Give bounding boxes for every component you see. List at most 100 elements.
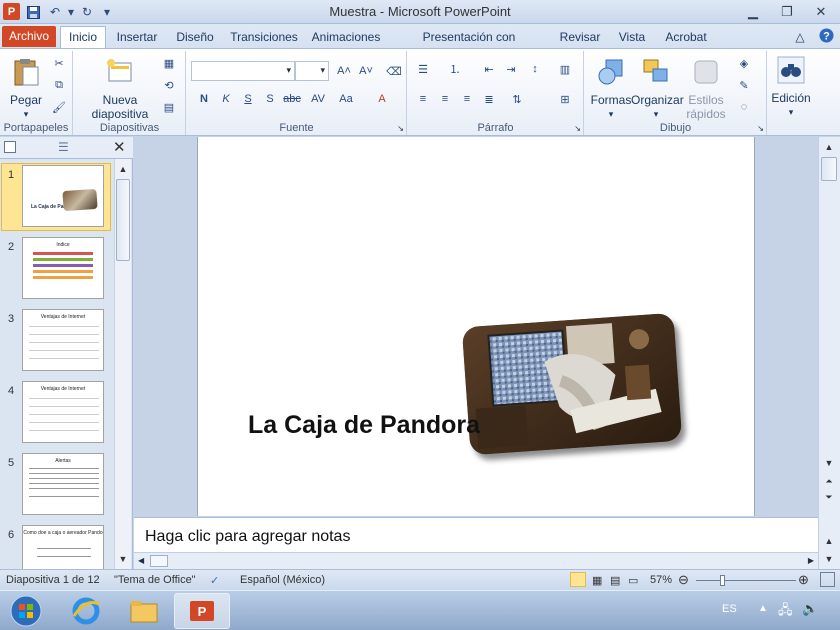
- tab-slides-icon[interactable]: [4, 141, 16, 153]
- tab-inicio[interactable]: Inicio: [60, 26, 106, 48]
- zoom-slider[interactable]: [696, 580, 796, 581]
- slide-thumbnail-6[interactable]: Como doe a caja o aereador Pando: [22, 525, 104, 569]
- tab-revisar[interactable]: Revisar: [556, 28, 604, 48]
- close-panel-icon[interactable]: ✕: [113, 138, 126, 156]
- notes-placeholder[interactable]: Haga clic para agregar notas: [145, 528, 350, 546]
- bullets-icon[interactable]: ☰: [414, 61, 432, 77]
- columns-icon[interactable]: ▥: [556, 61, 574, 77]
- theme-name[interactable]: "Tema de Office": [114, 574, 196, 586]
- restore-icon[interactable]: ❐: [774, 2, 800, 21]
- arrange-button[interactable]: Organizar ▾: [631, 57, 684, 121]
- scroll-up-icon[interactable]: ▲: [115, 161, 131, 177]
- underline-icon[interactable]: S: [239, 91, 257, 107]
- slide-sorter-icon[interactable]: ▦: [592, 574, 602, 587]
- network-icon[interactable]: 🖧: [778, 601, 793, 623]
- slide-thumbnail-1[interactable]: La Caja de Pandora: [22, 165, 104, 227]
- start-button[interactable]: [0, 593, 52, 629]
- notes-pane[interactable]: Haga clic para agregar notas: [134, 517, 818, 552]
- strikethrough-icon[interactable]: abc: [283, 91, 301, 107]
- reset-slide-icon[interactable]: ⟲: [160, 77, 178, 93]
- scroll-thumb[interactable]: [116, 179, 130, 261]
- zoom-slider-thumb[interactable]: [720, 575, 725, 586]
- slide-scrollbar[interactable]: ▲ ▼ ⏶ ⏷ ▲ ▼: [818, 137, 840, 569]
- slide-title[interactable]: La Caja de Pandora: [248, 411, 480, 440]
- language-indicator[interactable]: Español (México): [240, 574, 325, 586]
- slide-thumbnail-3[interactable]: Ventajas de Internet: [22, 309, 104, 371]
- editing-button[interactable]: Edición ▾: [768, 55, 814, 119]
- paste-button[interactable]: Pegar ▾: [6, 57, 46, 121]
- clear-format-icon[interactable]: ⌫: [385, 63, 403, 79]
- scroll-down-icon[interactable]: ▼: [821, 455, 837, 471]
- zoom-level[interactable]: 57%: [650, 574, 672, 586]
- slide-thumbnail-2[interactable]: Indice: [22, 237, 104, 299]
- quick-styles-button[interactable]: Estilos rápidos: [681, 57, 731, 121]
- shape-fill-icon[interactable]: ◈: [735, 55, 753, 71]
- tab-animaciones[interactable]: Animaciones: [308, 28, 384, 48]
- font-color-icon[interactable]: A: [373, 91, 391, 107]
- close-icon[interactable]: ✕: [808, 2, 834, 21]
- scroll-right-icon[interactable]: ▶: [808, 556, 814, 565]
- scroll-up-icon[interactable]: ▲: [821, 533, 837, 549]
- tab-presentacion[interactable]: Presentación con diapositivas: [392, 28, 546, 63]
- next-slide-icon[interactable]: ⏷: [821, 489, 837, 505]
- zoom-out-icon[interactable]: ⊖: [678, 572, 689, 588]
- reading-view-icon[interactable]: ▤: [610, 574, 620, 587]
- tab-insertar[interactable]: Insertar: [110, 28, 164, 48]
- font-size-combo[interactable]: ▾: [295, 61, 329, 81]
- tab-diseno[interactable]: Diseño: [170, 28, 220, 48]
- copy-icon[interactable]: ⧉: [50, 77, 68, 93]
- internet-explorer-icon[interactable]: [58, 593, 114, 629]
- tab-archivo[interactable]: Archivo: [2, 26, 56, 47]
- shrink-font-icon[interactable]: A˅: [357, 63, 375, 79]
- shape-effects-icon[interactable]: ◌: [735, 99, 753, 115]
- cut-icon[interactable]: ✂: [50, 55, 68, 71]
- tab-outline-icon[interactable]: ☰: [58, 140, 69, 154]
- spelling-icon[interactable]: ✓: [210, 574, 219, 587]
- language-bar[interactable]: ES: [722, 603, 737, 615]
- thumbnail-scrollbar[interactable]: ▲ ▼: [114, 159, 131, 569]
- numbering-icon[interactable]: ⒈: [446, 61, 464, 77]
- slide-picture[interactable]: [461, 312, 683, 456]
- align-right-icon[interactable]: ≡: [458, 91, 476, 107]
- justify-icon[interactable]: ≣: [480, 91, 498, 107]
- increase-indent-icon[interactable]: ⇥: [502, 61, 520, 77]
- dialog-launcher-icon[interactable]: ↘: [397, 124, 404, 133]
- fit-to-window-icon[interactable]: [820, 572, 835, 587]
- new-slide-button[interactable]: Nueva diapositiva: [88, 57, 152, 121]
- shadow-icon[interactable]: S: [261, 91, 279, 107]
- change-case-icon[interactable]: Aa: [337, 91, 355, 107]
- section-icon[interactable]: ▤: [160, 99, 178, 115]
- align-center-icon[interactable]: ≡: [436, 91, 454, 107]
- align-left-icon[interactable]: ≡: [414, 91, 432, 107]
- previous-slide-icon[interactable]: ⏶: [821, 473, 837, 489]
- shapes-button[interactable]: Formas ▾: [589, 57, 633, 121]
- shape-outline-icon[interactable]: ✎: [735, 77, 753, 93]
- character-spacing-icon[interactable]: AV: [309, 91, 327, 107]
- show-hidden-icons-icon[interactable]: ▲: [758, 603, 768, 614]
- scroll-thumb[interactable]: [821, 157, 837, 181]
- scroll-down-icon[interactable]: ▼: [115, 551, 131, 567]
- scroll-thumb[interactable]: [150, 555, 168, 567]
- line-spacing-icon[interactable]: ↕: [526, 61, 544, 77]
- slide-canvas[interactable]: La Caja de Pandora: [197, 137, 755, 516]
- scroll-left-icon[interactable]: ◀: [138, 556, 144, 565]
- dialog-launcher-icon[interactable]: ↘: [757, 124, 764, 133]
- dialog-launcher-icon[interactable]: ↘: [574, 124, 581, 133]
- file-explorer-icon[interactable]: [116, 593, 172, 629]
- help-icon[interactable]: ?: [816, 28, 836, 48]
- slide-thumbnail-4[interactable]: Ventajas de Internet: [22, 381, 104, 443]
- bold-icon[interactable]: N: [195, 91, 213, 107]
- format-painter-icon[interactable]: 🖌: [50, 99, 68, 115]
- horizontal-scrollbar[interactable]: ◀ ▶: [134, 552, 818, 569]
- text-direction-icon[interactable]: ⇅: [508, 91, 526, 107]
- decrease-indent-icon[interactable]: ⇤: [480, 61, 498, 77]
- collapse-ribbon-icon[interactable]: △: [792, 28, 808, 48]
- italic-icon[interactable]: K: [217, 91, 235, 107]
- tab-vista[interactable]: Vista: [614, 28, 650, 48]
- layout-icon[interactable]: ▦: [160, 55, 178, 71]
- slideshow-icon[interactable]: ▭: [628, 574, 638, 587]
- font-name-combo[interactable]: ▾: [191, 61, 295, 81]
- smartart-icon[interactable]: ⊞: [556, 91, 574, 107]
- zoom-in-icon[interactable]: ⊕: [798, 572, 809, 588]
- tab-transiciones[interactable]: Transiciones: [228, 28, 300, 48]
